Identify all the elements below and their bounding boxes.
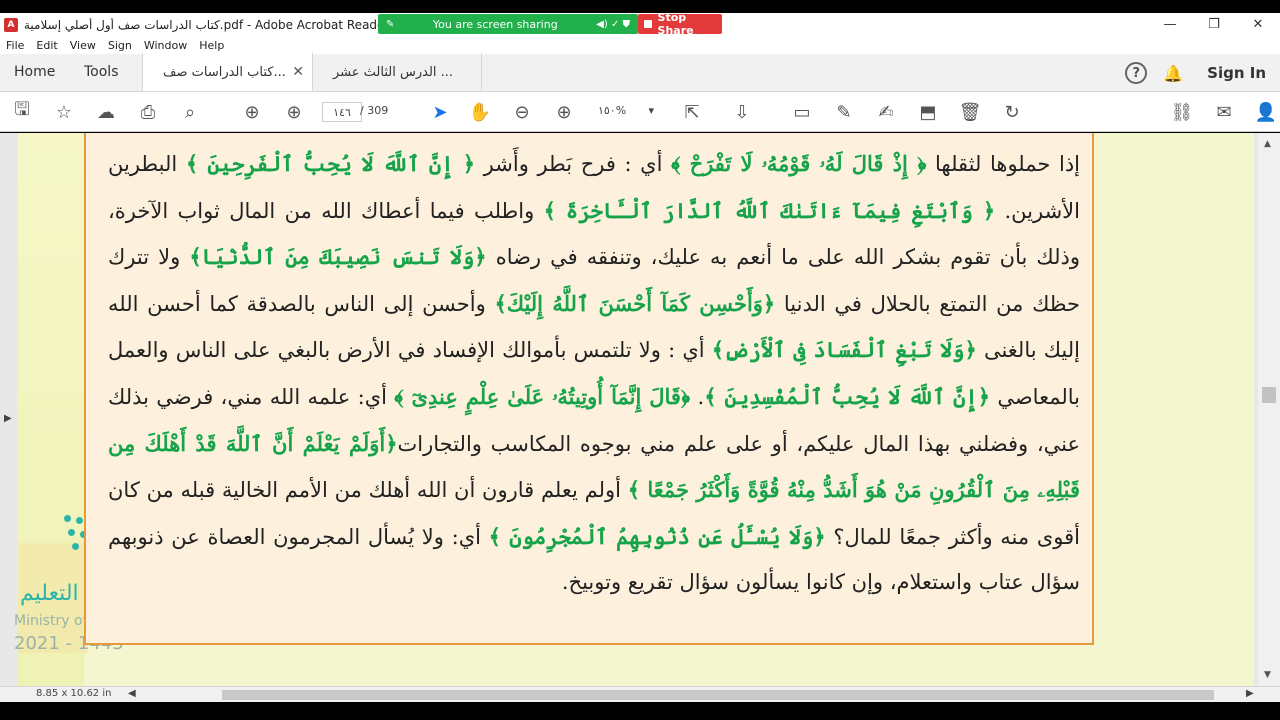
chevron-down-icon: ▾ [648,104,654,117]
toolbar: 🖫 ☆ ☁ ⎙ ⌕ ⊕ ⊕ ١٤٦ / 309 ➤ ✋ ⊖ ⊕ ١٥٠% ▾ ⇱ … [0,92,1280,132]
pdf-icon: A [4,17,18,32]
rotate-icon[interactable]: ↻ [1000,100,1024,124]
menu-sign[interactable]: Sign [108,39,132,52]
menu-window[interactable]: Window [144,39,187,52]
vertical-scrollbar[interactable]: ▲ ▼ [1258,133,1280,686]
explanation-text: . [690,384,705,409]
scroll-down-icon[interactable]: ▼ [1264,670,1271,680]
page-size-label: 8.85 x 10.62 in [36,688,112,699]
menu-bar: File Edit View Sign Window Help [0,36,1280,54]
help-icon[interactable]: ? [1125,62,1148,84]
delete-icon[interactable]: 🗑 [958,100,982,124]
account-icon[interactable]: 👤 [1254,100,1278,124]
tab-bar: Home Tools كتاب الدراسات صف... ✕ الدرس ا… [0,53,1280,92]
minimize-button[interactable]: — [1148,13,1192,36]
search-icon[interactable]: ⌕ [178,100,202,124]
stop-icon [644,20,652,28]
menu-edit[interactable]: Edit [36,39,57,52]
stamp-icon[interactable]: ⬒ [916,100,940,124]
explanation-text: إذا حملوها لثقلها [926,152,1081,176]
zoom-out-icon[interactable]: ⊖ [510,100,534,124]
tab-tools[interactable]: Tools [70,53,142,91]
top-black-bar [0,0,1280,13]
pin-icon[interactable]: ✎ [386,19,394,30]
tab-document-1-label: كتاب الدراسات صف... [163,64,286,80]
sign-in-button[interactable]: Sign In [1207,64,1266,82]
page-number-input[interactable]: ١٤٦ [322,102,362,122]
explanation-text: أي : فرح بَطر وأَشر [475,152,672,176]
quran-verse: ﴿وَلَا يُسْـَٔلُ عَن ذُنُوبِهِمُ ٱلْمُجْ… [488,523,826,549]
prev-page-icon[interactable]: ⊕ [240,100,264,124]
star-icon[interactable]: ☆ [52,100,76,124]
upload-icon[interactable]: ☁ [94,100,118,124]
screen-share-banner: ✎ You are screen sharing ◀) ✓ ⛊ [378,14,638,34]
document-viewer: وزارة التعليم Ministry of Education 2021… [0,133,1258,686]
quran-verse: ﴿ إِذْ قَالَ لَهُۥ قَوْمُهُۥ لَا تَفْرَح… [671,151,927,176]
menu-file[interactable]: File [6,39,24,52]
close-window-button[interactable]: ✕ [1236,13,1280,36]
quran-verse: ﴿وَلَا تَنسَ نَصِيبَكَ مِنَ ٱلدُّنْيَا﴾ [189,244,487,270]
tab-bar-right: ? 🔔 Sign In [1125,54,1280,92]
horizontal-scroll-thumb[interactable] [222,690,1214,700]
menu-help[interactable]: Help [199,39,224,52]
quran-verse: ﴿ إِنَّ ٱللَّهَ لَا يُحِبُّ ٱلْفَرِحِينَ… [185,151,476,176]
zoom-select[interactable]: ١٥٠% ▾ [598,104,654,117]
stop-share-button[interactable]: Stop Share [638,11,722,37]
quran-verse: ﴿إِنَّ ٱللَّهَ لَا يُحِبُّ ٱلْمُفْسِدِين… [704,383,991,409]
document-text: إذا حملوها لثقلها ﴿ إِذْ قَالَ لَهُۥ قَو… [108,141,1080,606]
close-icon[interactable]: ✕ [292,64,304,80]
comment-icon[interactable]: ▭ [790,100,814,124]
menu-view[interactable]: View [70,39,96,52]
audio-icon[interactable]: ◀) ✓ ⛊ [596,19,630,30]
fit-page-icon[interactable]: ⇱ [680,100,704,124]
draw-icon[interactable]: ✍ [874,100,898,124]
chevron-right-icon[interactable]: ▶ [4,413,12,424]
window-title: كتاب الدراسات صف أول أصلي إسلامية.pdf - … [24,17,394,32]
email-icon[interactable]: ✉ [1212,100,1236,124]
share-status-text: You are screen sharing [432,17,558,31]
quran-verse: ﴿قَالَ إِنَّمَآ أُوتِيتُهُۥ عَلَىٰ عِلْم… [394,383,691,409]
zoom-in-icon[interactable]: ⊕ [552,100,576,124]
page-total: / 309 [360,104,389,117]
scroll-right-icon[interactable]: ▶ [1246,688,1254,699]
hand-icon[interactable]: ✋ [468,100,492,124]
bottom-black-bar [0,702,1280,720]
status-bar: 8.85 x 10.62 in ◀ ▶ [0,686,1280,702]
highlight-icon[interactable]: ✎ [832,100,856,124]
window-controls: — ❐ ✕ [1148,13,1280,36]
bell-icon[interactable]: 🔔 [1163,64,1183,83]
select-cursor-icon[interactable]: ➤ [428,100,452,124]
tab-document-2[interactable]: الدرس الثالث عشر ... [312,53,482,91]
save-icon[interactable]: 🖫 [10,99,34,124]
quran-verse: ﴿وَلَا تَبْغِ ٱلْفَسَادَ فِى ٱلْأَرْضِ﴾ [711,337,977,363]
scroll-thumb[interactable] [1262,387,1276,403]
tab-document-1[interactable]: كتاب الدراسات صف... ✕ [142,53,312,91]
quran-verse: ﴿وَأَحْسِن كَمَآ أَحْسَنَ ٱللَّهُ إِلَيْ… [494,290,776,316]
link-icon[interactable]: ⛓ [1170,100,1194,124]
quran-verse: ﴿ وَٱبْتَغِ فِيمَآ ءَاتَىٰكَ ٱللَّهُ ٱلد… [543,197,996,223]
tab-document-2-label: الدرس الثالث عشر ... [333,64,454,80]
tab-home[interactable]: Home [0,53,70,91]
scroll-left-icon[interactable]: ◀ [128,688,136,699]
scroll-up-icon[interactable]: ▲ [1264,139,1271,149]
maximize-button[interactable]: ❐ [1192,13,1236,36]
next-page-icon[interactable]: ⊕ [282,100,306,124]
print-icon[interactable]: ⎙ [136,100,160,124]
scroll-mode-icon[interactable]: ⇩ [730,100,754,124]
